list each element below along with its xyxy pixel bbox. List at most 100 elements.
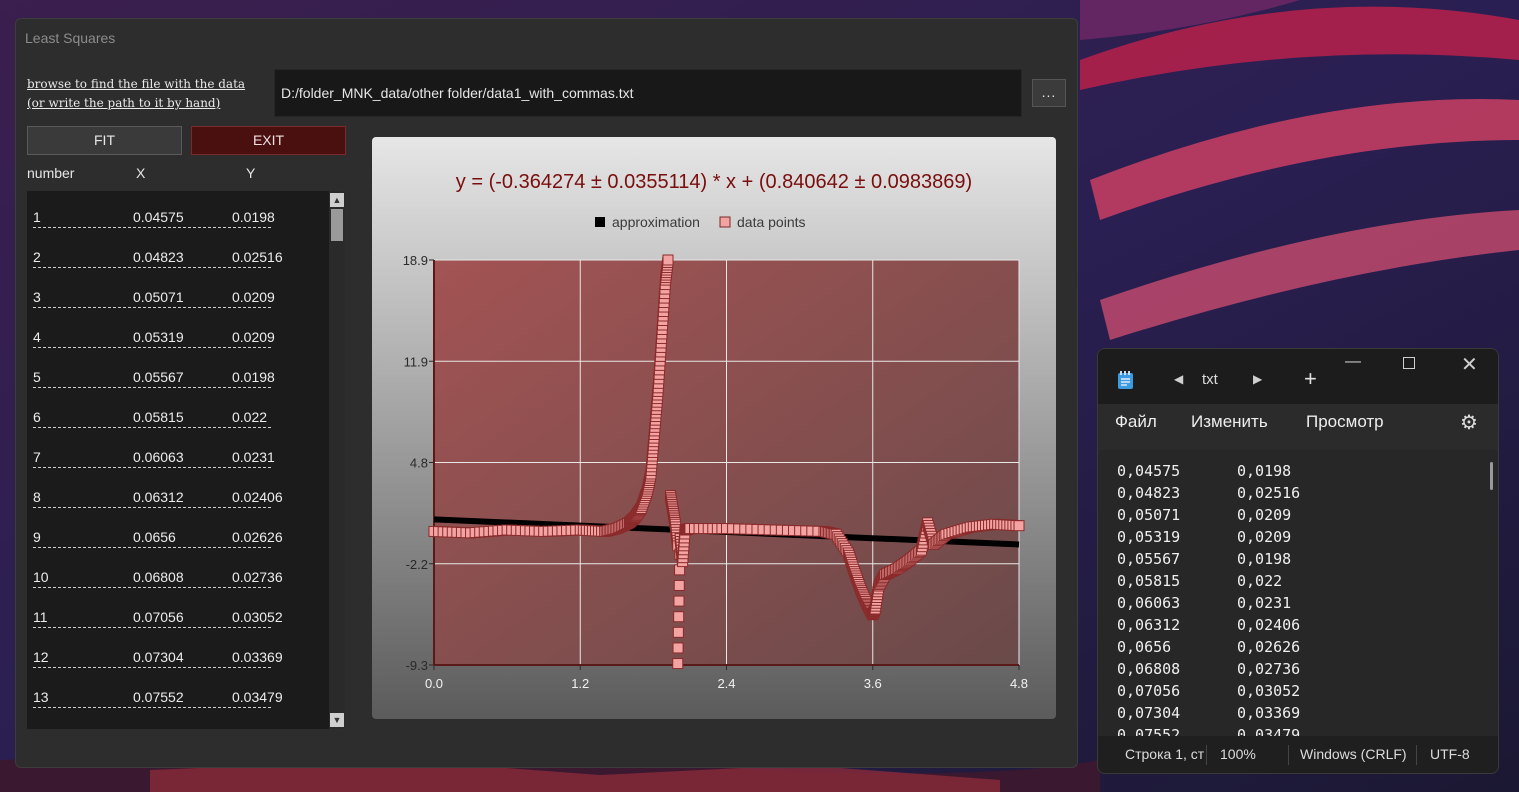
new-tab-plus-icon[interactable]: + — [1304, 366, 1317, 392]
scroll-up-arrow-icon[interactable]: ▲ — [330, 193, 344, 207]
tab-scroll-right-icon[interactable]: ▶ — [1253, 372, 1262, 386]
row-separator — [33, 267, 271, 268]
row-separator — [33, 427, 271, 428]
notepad-line-y: 0,022 — [1237, 572, 1283, 590]
table-row[interactable]: 140.0780.03589 — [27, 721, 327, 729]
table-row[interactable]: 1 0.04575 0.0198 — [27, 201, 327, 241]
row-x: 0.07552 — [133, 689, 184, 705]
table-row[interactable]: 5 0.05567 0.0198 — [27, 361, 327, 401]
notepad-line-x: 0,07304 — [1117, 704, 1181, 722]
row-number: 1 — [33, 209, 41, 225]
notepad-tab-bar: ◀ txt ▶ + — ✕ — [1098, 349, 1498, 404]
notepad-menu-bar: Файл Изменить Просмотр ⚙ — [1098, 404, 1498, 450]
row-y: 0.0198 — [232, 209, 275, 225]
notepad-line: 0,06808 0,02736 — [1117, 660, 1417, 680]
row-y: 0.02406 — [232, 489, 283, 505]
row-separator — [33, 347, 271, 348]
data-point — [672, 658, 684, 670]
row-x: 0.04823 — [133, 249, 184, 265]
row-x: 0.06808 — [133, 569, 184, 585]
menu-file[interactable]: Файл — [1115, 412, 1157, 432]
notepad-line-y: 0,0198 — [1237, 462, 1292, 480]
notepad-status-bar: Строка 1, ст 100% Windows (CRLF) UTF-8 — [1098, 736, 1498, 773]
status-zoom: 100% — [1220, 746, 1256, 762]
notepad-scroll-thumb[interactable] — [1490, 462, 1493, 490]
row-separator — [33, 627, 271, 628]
notepad-line: 0,05071 0,0209 — [1117, 506, 1417, 526]
notepad-line-y: 0,02406 — [1237, 616, 1301, 634]
table-row[interactable]: 2 0.04823 0.02516 — [27, 241, 327, 281]
table-row[interactable]: 10 0.06808 0.02736 — [27, 561, 327, 601]
y-tick-label: 4.8 — [410, 456, 428, 471]
row-separator — [33, 667, 271, 668]
chart-title: y = (-0.364274 ± 0.0355114) * x + (0.840… — [456, 171, 972, 193]
notepad-line: 0,06063 0,0231 — [1117, 594, 1417, 614]
row-y: 0.03052 — [232, 609, 283, 625]
data-point — [673, 595, 685, 607]
x-tick-label: 0.0 — [425, 676, 443, 691]
settings-gear-icon[interactable]: ⚙ — [1460, 410, 1478, 435]
file-path-input[interactable] — [274, 69, 1022, 117]
notepad-line-y: 0,03369 — [1237, 704, 1301, 722]
table-row[interactable]: 8 0.06312 0.02406 — [27, 481, 327, 521]
title-bar[interactable]: Least Squares — [16, 19, 1077, 57]
close-icon[interactable]: ✕ — [1461, 352, 1478, 377]
maximize-icon[interactable] — [1403, 357, 1415, 369]
row-y: 0.02516 — [232, 249, 283, 265]
legend-data-points-label: data points — [737, 214, 806, 230]
column-header-y: Y — [246, 165, 256, 181]
legend-data-points-swatch — [719, 216, 731, 228]
notepad-line-y: 0,0209 — [1237, 528, 1292, 546]
table-row[interactable]: 13 0.07552 0.03479 — [27, 681, 327, 721]
exit-button[interactable]: EXIT — [191, 126, 346, 155]
row-separator — [33, 387, 271, 388]
browse-button[interactable]: ... — [1032, 79, 1066, 107]
row-number: 12 — [33, 649, 49, 665]
row-x: 0.0656 — [133, 529, 176, 545]
minimize-icon[interactable]: — — [1345, 353, 1361, 371]
notepad-line-x: 0,05319 — [1117, 528, 1181, 546]
row-number: 8 — [33, 489, 41, 505]
tab-scroll-left-icon[interactable]: ◀ — [1174, 372, 1183, 386]
row-number: 10 — [33, 569, 49, 585]
row-number: 7 — [33, 449, 41, 465]
row-separator — [33, 467, 271, 468]
table-scrollbar[interactable]: ▲ ▼ — [329, 191, 345, 729]
table-row[interactable]: 7 0.06063 0.0231 — [27, 441, 327, 481]
status-encoding: UTF-8 — [1430, 746, 1470, 762]
notepad-line-y: 0,02736 — [1237, 660, 1301, 678]
table-row[interactable]: 11 0.07056 0.03052 — [27, 601, 327, 641]
notepad-line-x: 0,05071 — [1117, 506, 1181, 524]
data-point — [672, 642, 684, 654]
tab-title[interactable]: txt — [1202, 371, 1218, 388]
table-row[interactable]: 4 0.05319 0.0209 — [27, 321, 327, 361]
chart-legend: approximation data points — [595, 214, 806, 230]
browse-link[interactable]: browse to find the file with the data (o… — [27, 75, 272, 113]
menu-view[interactable]: Просмотр — [1306, 412, 1384, 432]
row-number: 5 — [33, 369, 41, 385]
row-number: 9 — [33, 529, 41, 545]
table-row[interactable]: 3 0.05071 0.0209 — [27, 281, 327, 321]
table-row[interactable]: 6 0.05815 0.022 — [27, 401, 327, 441]
menu-edit[interactable]: Изменить — [1191, 412, 1268, 432]
row-x: 0.05815 — [133, 409, 184, 425]
notepad-line: 0,05567 0,0198 — [1117, 550, 1417, 570]
fit-button[interactable]: FIT — [27, 126, 182, 155]
notepad-line-x: 0,05815 — [1117, 572, 1181, 590]
row-separator — [33, 507, 271, 508]
row-separator — [33, 707, 271, 708]
notepad-app-icon — [1118, 371, 1133, 389]
row-x: 0.07056 — [133, 609, 184, 625]
table-row[interactable]: 12 0.07304 0.03369 — [27, 641, 327, 681]
row-number: 4 — [33, 329, 41, 345]
row-number: 11 — [33, 609, 48, 625]
scroll-thumb[interactable] — [331, 209, 343, 241]
x-tick-label: 3.6 — [864, 676, 882, 691]
data-table[interactable]: 1 0.04575 0.0198 2 0.04823 0.02516 3 0.05071 0.0… — [27, 191, 329, 729]
scroll-down-arrow-icon[interactable]: ▼ — [330, 713, 344, 727]
table-row[interactable]: 9 0.0656 0.02626 — [27, 521, 327, 561]
notepad-text-area[interactable]: 0,04575 0,0198 0,04823 0,02516 0,05071 0,0209… — [1098, 450, 1498, 738]
row-y: 0.02736 — [232, 569, 283, 585]
row-y: 0.02626 — [232, 529, 283, 545]
row-separator — [33, 227, 271, 228]
